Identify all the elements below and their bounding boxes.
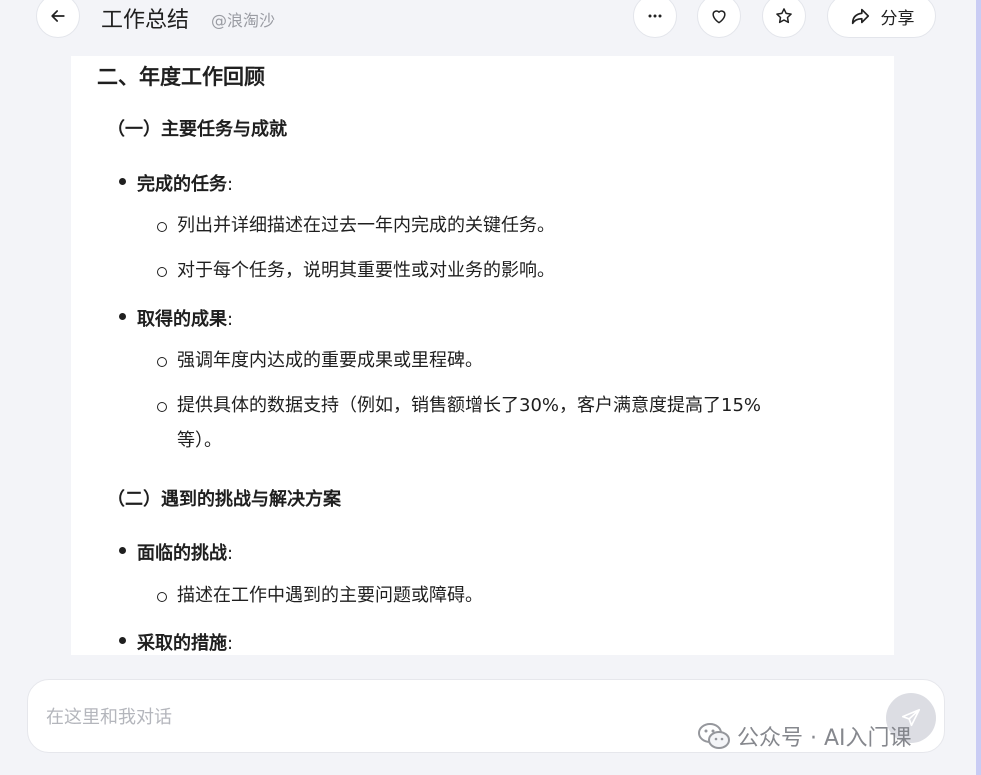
star-icon xyxy=(776,8,792,24)
list-subitem: 提供具体的数据支持（例如，销售额增长了30%，客户满意度提高了15% xyxy=(156,389,761,423)
arrow-left-icon xyxy=(51,10,65,22)
section-title: 二、年度工作回顾 xyxy=(97,65,265,89)
favorite-button[interactable] xyxy=(762,0,806,38)
list-subitem: 强调年度内达成的重要成果或里程碑。 xyxy=(157,344,483,378)
heart-icon xyxy=(712,10,726,24)
document-panel: 二、年度工作回顾 （一）主要任务与成就 完成的任务: 列出并详细描述在过去一年内… xyxy=(71,56,894,655)
list-item: 取得的成果: xyxy=(118,305,233,331)
list-subitem-continuation: 等）。 xyxy=(177,430,222,451)
list-subitem: 列出并详细描述在过去一年内完成的关键任务。 xyxy=(157,209,555,243)
wechat-icon xyxy=(698,723,730,749)
like-button[interactable] xyxy=(697,0,741,38)
share-button[interactable]: 分享 xyxy=(827,0,936,38)
list-item: 面临的挑战: xyxy=(118,539,233,565)
page-title: 工作总结 xyxy=(101,8,190,33)
subsection-title: （二）遇到的挑战与解决方案 xyxy=(107,489,341,510)
list-item: 完成的任务: xyxy=(118,170,233,196)
share-icon xyxy=(851,8,869,25)
subsection-title: （一）主要任务与成就 xyxy=(107,119,287,140)
share-label: 分享 xyxy=(880,8,915,29)
more-button[interactable] xyxy=(633,0,677,38)
scrollbar-track[interactable] xyxy=(976,0,981,775)
author-handle[interactable]: @浪淘沙 xyxy=(211,7,275,31)
list-subitem: 对于每个任务，说明其重要性或对业务的影响。 xyxy=(157,254,555,288)
header: 工作总结 @浪淘沙 分享 xyxy=(0,0,975,56)
more-icon xyxy=(648,14,662,18)
watermark-text: 公众号 · AI入门课 xyxy=(737,726,912,751)
list-subitem: 描述在工作中遇到的主要问题或障碍。 xyxy=(157,579,483,613)
list-item: 采取的措施: xyxy=(118,629,233,655)
back-button[interactable] xyxy=(36,0,80,38)
watermark: 公众号 · AI入门课 xyxy=(697,720,912,752)
